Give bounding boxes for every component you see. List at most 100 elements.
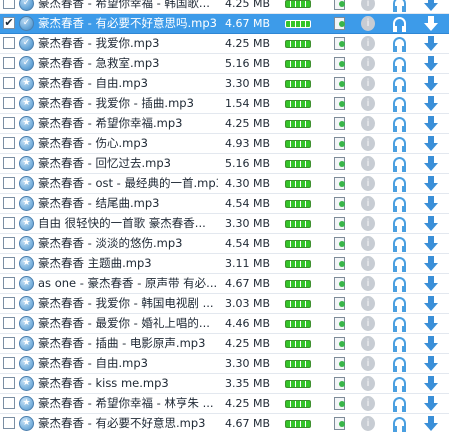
info-icon[interactable]: i [361,96,375,111]
row-checkbox[interactable] [3,37,15,49]
download-arrow-icon[interactable] [424,176,438,192]
download-arrow-icon[interactable] [424,116,438,132]
row-checkbox[interactable] [3,117,15,129]
info-icon[interactable]: i [361,196,375,211]
list-item[interactable]: ★ 豪杰春香 - 结尾曲.mp3 4.54 MB i [0,194,449,214]
list-item[interactable]: ★ 豪杰春香 - 我爱你 - 插曲.mp3 1.54 MB i [0,94,449,114]
download-arrow-icon[interactable] [424,376,438,392]
headphones-icon[interactable] [393,17,406,32]
list-item[interactable]: ★ 豪杰春香 - kiss me.mp3 3.35 MB i [0,374,449,394]
info-icon[interactable]: i [361,316,375,331]
headphones-icon[interactable] [393,217,406,232]
download-arrow-icon[interactable] [424,56,438,72]
file-icon[interactable] [334,137,345,150]
file-icon[interactable] [334,97,345,110]
file-icon[interactable] [334,177,345,190]
row-checkbox[interactable] [3,177,15,189]
list-item[interactable]: ★ 豪杰春香 - 自由.mp3 3.30 MB i [0,74,449,94]
download-arrow-icon[interactable] [424,156,438,172]
row-checkbox[interactable]: ✔ [3,17,15,29]
headphones-icon[interactable] [393,77,406,92]
file-icon[interactable] [334,417,345,430]
info-icon[interactable]: i [361,136,375,151]
headphones-icon[interactable] [393,357,406,372]
list-item[interactable]: ★ 豪杰春香 - 我爱你 - 韩国电视剧 ... 3.03 MB i [0,294,449,314]
download-arrow-icon[interactable] [424,316,438,332]
headphones-icon[interactable] [393,0,406,12]
row-checkbox[interactable] [3,357,15,369]
list-item[interactable]: ★ 豪杰春香 - 淡淡的悠伤.mp3 4.54 MB i [0,234,449,254]
download-arrow-icon[interactable] [424,336,438,352]
info-icon[interactable]: i [361,0,375,11]
file-icon[interactable] [334,357,345,370]
row-checkbox[interactable] [3,137,15,149]
headphones-icon[interactable] [393,417,406,432]
list-item[interactable]: ★ 豪杰春香 - 伤心.mp3 4.93 MB i [0,134,449,154]
download-arrow-icon[interactable] [424,396,438,412]
list-item[interactable]: ★ 豪杰春香 - 希望你幸福.mp3 4.25 MB i [0,114,449,134]
info-icon[interactable]: i [361,216,375,231]
download-arrow-icon[interactable] [424,236,438,252]
row-checkbox[interactable] [3,77,15,89]
headphones-icon[interactable] [393,197,406,212]
file-icon[interactable] [334,157,345,170]
headphones-icon[interactable] [393,57,406,72]
info-icon[interactable]: i [361,236,375,251]
download-arrow-icon[interactable] [424,136,438,152]
file-icon[interactable] [334,317,345,330]
row-checkbox[interactable] [3,0,15,9]
row-checkbox[interactable] [3,197,15,209]
info-icon[interactable]: i [361,416,375,431]
file-icon[interactable] [334,117,345,130]
info-icon[interactable]: i [361,116,375,131]
info-icon[interactable]: i [361,276,375,291]
info-icon[interactable]: i [361,356,375,371]
headphones-icon[interactable] [393,277,406,292]
headphones-icon[interactable] [393,37,406,52]
file-icon[interactable] [334,297,345,310]
list-item[interactable]: ★ 豪杰春香 - 有必要不好意思.mp3 4.67 MB i [0,414,449,433]
download-arrow-icon[interactable] [424,296,438,312]
headphones-icon[interactable] [393,237,406,252]
row-checkbox[interactable] [3,297,15,309]
headphones-icon[interactable] [393,157,406,172]
headphones-icon[interactable] [393,337,406,352]
row-checkbox[interactable] [3,317,15,329]
headphones-icon[interactable] [393,297,406,312]
file-icon[interactable] [334,0,345,10]
row-checkbox[interactable] [3,277,15,289]
download-arrow-icon[interactable] [424,196,438,212]
row-checkbox[interactable] [3,57,15,69]
list-item[interactable]: ✓ 豪杰春香 - 我爱你.mp3 4.25 MB i [0,34,449,54]
info-icon[interactable]: i [361,256,375,271]
headphones-icon[interactable] [393,317,406,332]
file-icon[interactable] [334,377,345,390]
info-icon[interactable]: i [361,56,375,71]
list-item[interactable]: ★ 豪杰春香 - 回忆过去.mp3 5.16 MB i [0,154,449,174]
download-arrow-icon[interactable] [424,16,438,32]
list-item[interactable]: ★ 豪杰春香 主题曲.mp3 3.11 MB i [0,254,449,274]
headphones-icon[interactable] [393,377,406,392]
file-icon[interactable] [334,277,345,290]
download-arrow-icon[interactable] [424,416,438,432]
info-icon[interactable]: i [361,336,375,351]
list-item[interactable]: ★ as one - 豪杰春香 - 原声带 有必... 4.67 MB i [0,274,449,294]
headphones-icon[interactable] [393,397,406,412]
list-item[interactable]: ★ 豪杰春香 - 最爱你 - 婚礼上唱的... 4.46 MB i [0,314,449,334]
info-icon[interactable]: i [361,156,375,171]
headphones-icon[interactable] [393,257,406,272]
list-item[interactable]: ✓ 豪杰春香 - 希望你幸福 - 韩国歌... 4.25 MB i [0,0,449,14]
headphones-icon[interactable] [393,97,406,112]
info-icon[interactable]: i [361,76,375,91]
list-item[interactable]: ★ 自由 很轻快的一首歌 豪杰春香... 3.30 MB i [0,214,449,234]
info-icon[interactable]: i [361,16,375,31]
row-checkbox[interactable] [3,217,15,229]
row-checkbox[interactable] [3,97,15,109]
list-item[interactable]: ✓ 豪杰春香 - 急救室.mp3 5.16 MB i [0,54,449,74]
download-arrow-icon[interactable] [424,96,438,112]
file-icon[interactable] [334,397,345,410]
download-arrow-icon[interactable] [424,0,438,12]
download-arrow-icon[interactable] [424,36,438,52]
row-checkbox[interactable] [3,337,15,349]
list-item[interactable]: ★ 豪杰春香 - 自由.mp3 3.30 MB i [0,354,449,374]
